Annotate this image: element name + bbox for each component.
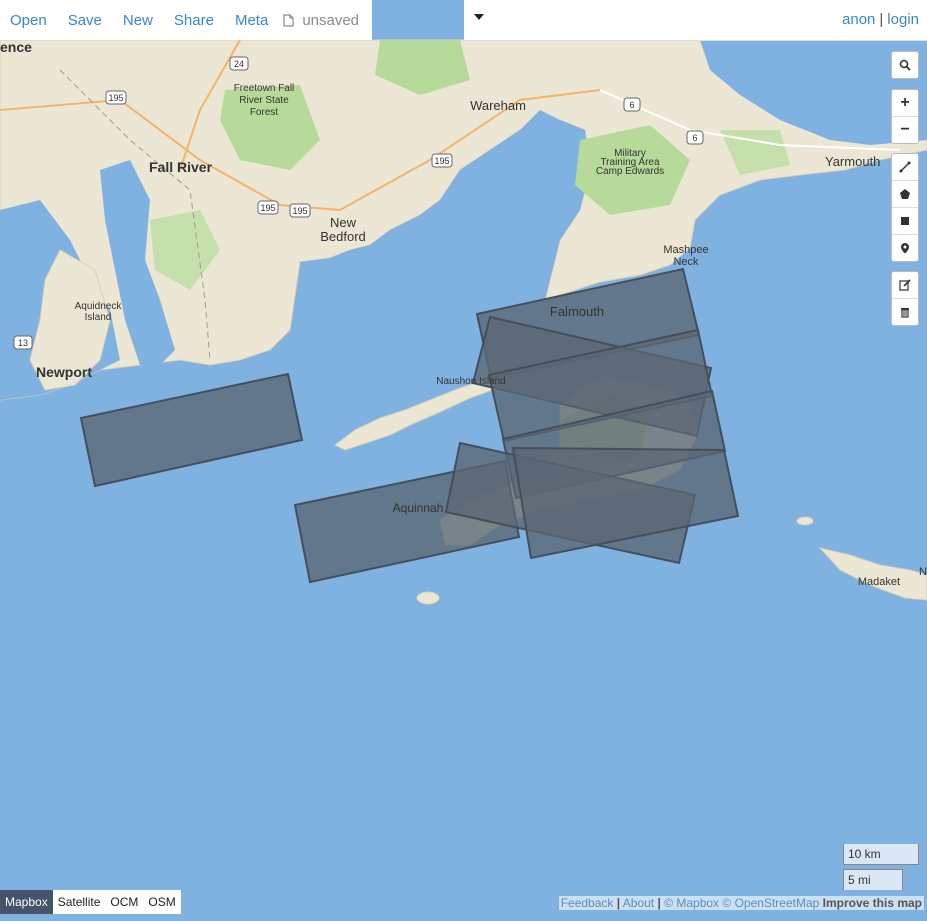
layer-osm[interactable]: OSM xyxy=(143,890,180,914)
scale-km: 10 km xyxy=(843,844,919,865)
mapbox-link[interactable]: © Mapbox xyxy=(664,896,719,910)
file-status: unsaved xyxy=(279,12,359,29)
label-aquinnah: Aquinnah xyxy=(393,501,444,515)
zoom-in-icon: + xyxy=(900,94,910,111)
search-icon xyxy=(899,59,911,71)
draw-control xyxy=(891,153,919,262)
geocoder-control xyxy=(891,51,919,79)
label-yarmouth: Yarmouth xyxy=(825,154,880,169)
login-link[interactable]: login xyxy=(887,11,919,28)
label-fall-river: Fall River xyxy=(149,159,213,175)
delete-layers-button[interactable] xyxy=(892,299,918,325)
save-button[interactable]: Save xyxy=(58,12,113,29)
top-bar: Open Save New Share Meta unsaved anon | lo… xyxy=(0,0,927,41)
search-button[interactable] xyxy=(892,52,918,78)
scale-mi: 5 mi xyxy=(843,869,903,890)
attrib-sep-1: | xyxy=(616,896,621,910)
edit-control xyxy=(891,271,919,326)
layer-ocm[interactable]: OCM xyxy=(105,890,143,914)
label-aquidneck-2: Island xyxy=(85,312,112,323)
draw-line-button[interactable] xyxy=(892,154,918,181)
square-icon xyxy=(901,217,909,225)
attrib-sep-2: | xyxy=(657,896,661,910)
route-6-label-a: 6 xyxy=(629,100,634,110)
meta-button[interactable]: Meta xyxy=(225,12,279,29)
layer-satellite[interactable]: Satellite xyxy=(53,890,106,914)
zoom-out-button[interactable]: − xyxy=(892,117,918,143)
layer-mapbox[interactable]: Mapbox xyxy=(0,890,53,914)
label-freetown-1: Freetown Fall xyxy=(234,83,295,94)
feedback-link[interactable]: Feedback xyxy=(561,896,614,910)
label-new-bedford-1: New xyxy=(330,215,357,230)
label-new-bedford-2: Bedford xyxy=(320,229,366,244)
route-195-label-a: 195 xyxy=(108,93,123,103)
label-newport: Newport xyxy=(36,364,92,380)
file-icon xyxy=(283,13,294,27)
route-24-label: 24 xyxy=(234,59,244,69)
improve-map-link[interactable]: Improve this map xyxy=(823,896,922,910)
label-mashpee-1: Mashpee xyxy=(663,244,708,256)
username-link[interactable]: anon xyxy=(842,11,875,28)
file-status-label: unsaved xyxy=(302,11,360,29)
edit-layers-button[interactable] xyxy=(892,272,918,299)
user-links: anon | login xyxy=(842,11,919,28)
route-195-label-b: 195 xyxy=(434,156,449,166)
label-falmouth: Falmouth xyxy=(550,304,604,319)
label-military-3: Camp Edwards xyxy=(596,166,664,177)
tuckernuck xyxy=(796,516,814,526)
label-mashpee-2: Neck xyxy=(673,256,699,268)
user-separator: | xyxy=(879,11,884,28)
label-wareham: Wareham xyxy=(470,98,526,113)
zoom-in-button[interactable]: + xyxy=(892,90,918,117)
draw-marker-button[interactable] xyxy=(892,235,918,261)
line-icon xyxy=(899,161,911,173)
route-6-label-b: 6 xyxy=(692,133,697,143)
route-195-label-c: 195 xyxy=(260,203,275,213)
label-naushon: Naushon Island xyxy=(436,376,506,387)
zoom-out-icon: − xyxy=(900,121,910,138)
label-nantucket: N xyxy=(919,566,927,578)
label-madaket: Madaket xyxy=(858,576,900,588)
map-svg[interactable]: 24 195 195 195 195 6 6 13 ence Fall Rive… xyxy=(0,0,927,916)
route-195-label-d: 195 xyxy=(292,206,307,216)
marker-icon xyxy=(901,243,909,254)
edit-icon xyxy=(899,279,911,291)
trash-icon xyxy=(901,308,909,318)
share-button[interactable]: Share xyxy=(164,12,225,29)
osm-link[interactable]: © OpenStreetMap xyxy=(722,896,819,910)
label-providence: ence xyxy=(0,39,32,55)
map-canvas[interactable]: 24 195 195 195 195 6 6 13 ence Fall Rive… xyxy=(0,0,927,916)
draw-polygon-button[interactable] xyxy=(892,181,918,208)
label-aquidneck-1: Aquidneck xyxy=(75,301,123,312)
open-button[interactable]: Open xyxy=(0,12,58,29)
polygon-icon xyxy=(900,189,910,199)
attribution: Feedback | About | © Mapbox © OpenStreet… xyxy=(558,896,924,910)
about-link[interactable]: About xyxy=(623,896,654,910)
label-freetown-2: River State xyxy=(239,95,289,106)
route-13-label: 13 xyxy=(18,338,28,348)
layer-switcher: Mapbox Satellite OCM OSM xyxy=(0,890,181,914)
new-button[interactable]: New xyxy=(113,12,164,29)
file-menu: Open Save New Share Meta unsaved xyxy=(0,0,372,40)
nomans-land xyxy=(416,591,440,605)
dropdown-caret-icon[interactable] xyxy=(474,14,484,20)
draw-rectangle-button[interactable] xyxy=(892,208,918,235)
user-bar: anon | login xyxy=(464,0,927,41)
label-freetown-3: Forest xyxy=(250,107,279,118)
zoom-control: + − xyxy=(891,89,919,144)
